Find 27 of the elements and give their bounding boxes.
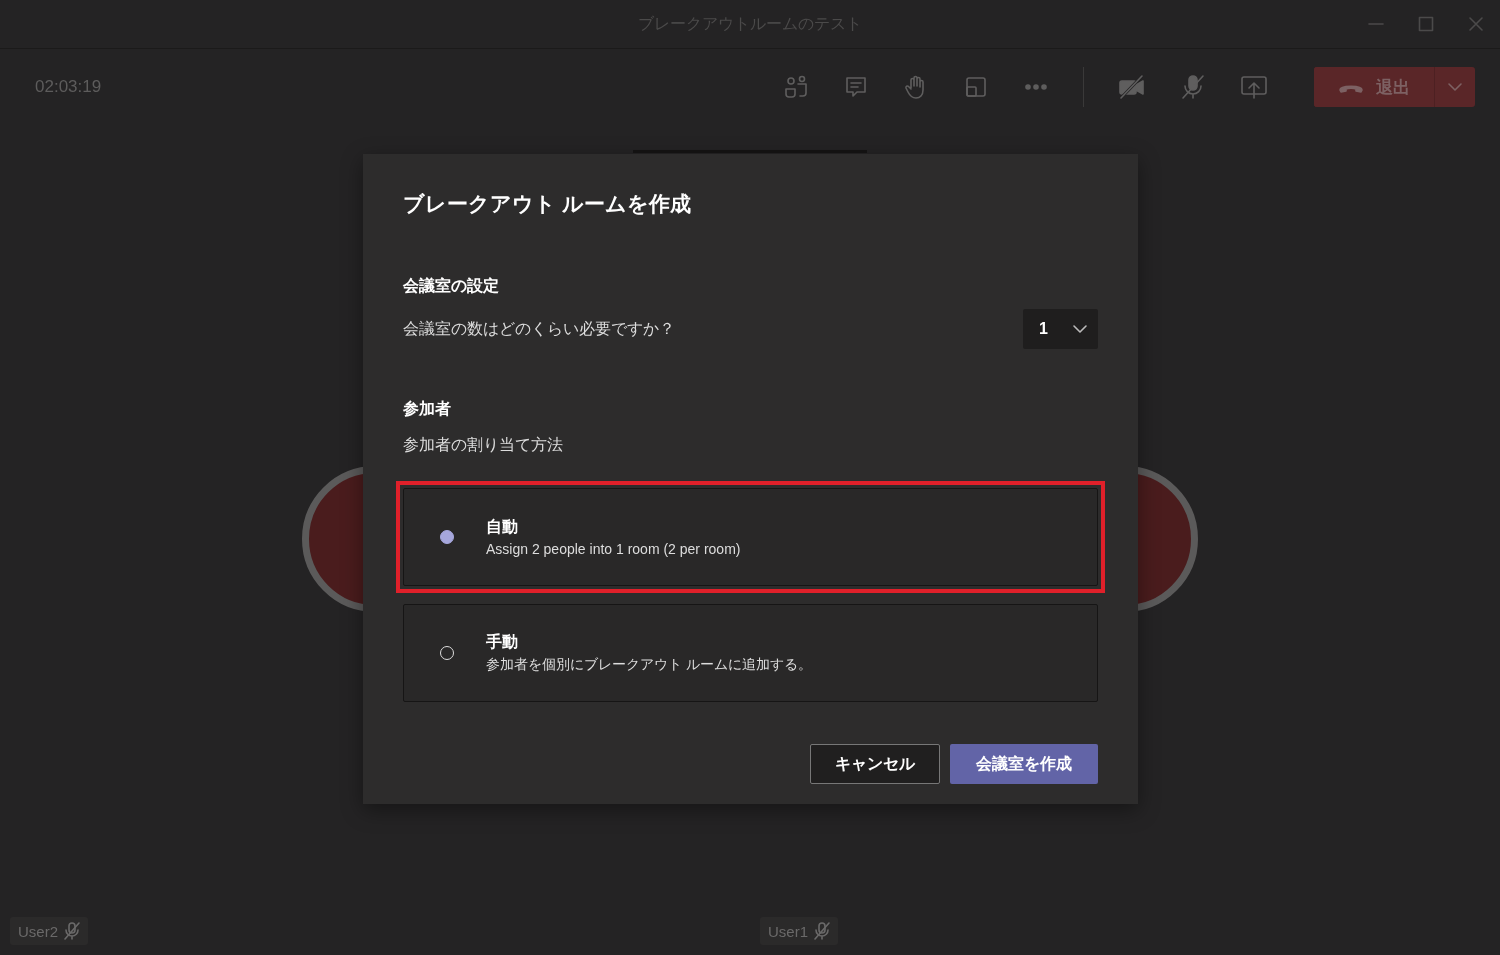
cancel-button[interactable]: キャンセル bbox=[810, 744, 940, 784]
chat-icon[interactable] bbox=[843, 74, 869, 100]
call-timer: 02:03:19 bbox=[35, 77, 102, 97]
chevron-down-icon bbox=[1072, 324, 1088, 334]
share-screen-icon[interactable] bbox=[1240, 74, 1268, 100]
dialog-title: ブレークアウト ルームを作成 bbox=[403, 191, 692, 217]
section-heading: 参加者 bbox=[403, 399, 452, 419]
maximize-icon[interactable] bbox=[1418, 16, 1434, 32]
section-heading: 会議室の設定 bbox=[403, 276, 500, 296]
option-label: 手動 bbox=[486, 632, 519, 652]
camera-off-icon[interactable] bbox=[1118, 74, 1146, 100]
option-description: Assign 2 people into 1 room (2 per room) bbox=[486, 541, 741, 557]
instruction-text: 参加者の割り当て方法 bbox=[403, 435, 564, 455]
radio-button[interactable] bbox=[440, 530, 454, 544]
participant-name: User2 bbox=[18, 922, 58, 940]
mic-off-icon[interactable] bbox=[1180, 74, 1206, 100]
option-description: 参加者を個別にブレークアウト ルームに追加する。 bbox=[486, 656, 812, 674]
create-button[interactable]: 会議室を作成 bbox=[950, 744, 1098, 784]
layout-icon[interactable] bbox=[963, 74, 989, 100]
option-card[interactable]: 手動 参加者を個別にブレークアウト ルームに追加する。 bbox=[403, 604, 1098, 702]
question-text: 会議室の数はどのくらい必要ですか？ bbox=[403, 318, 675, 339]
participant-name: User1 bbox=[768, 922, 808, 940]
people-icon[interactable] bbox=[783, 74, 809, 100]
option-label: 自動 bbox=[486, 517, 519, 537]
room-count-dropdown[interactable]: 1 bbox=[1023, 309, 1098, 349]
option-card[interactable]: 自動 Assign 2 people into 1 room (2 per room) bbox=[403, 488, 1098, 586]
close-icon[interactable] bbox=[1468, 16, 1484, 32]
